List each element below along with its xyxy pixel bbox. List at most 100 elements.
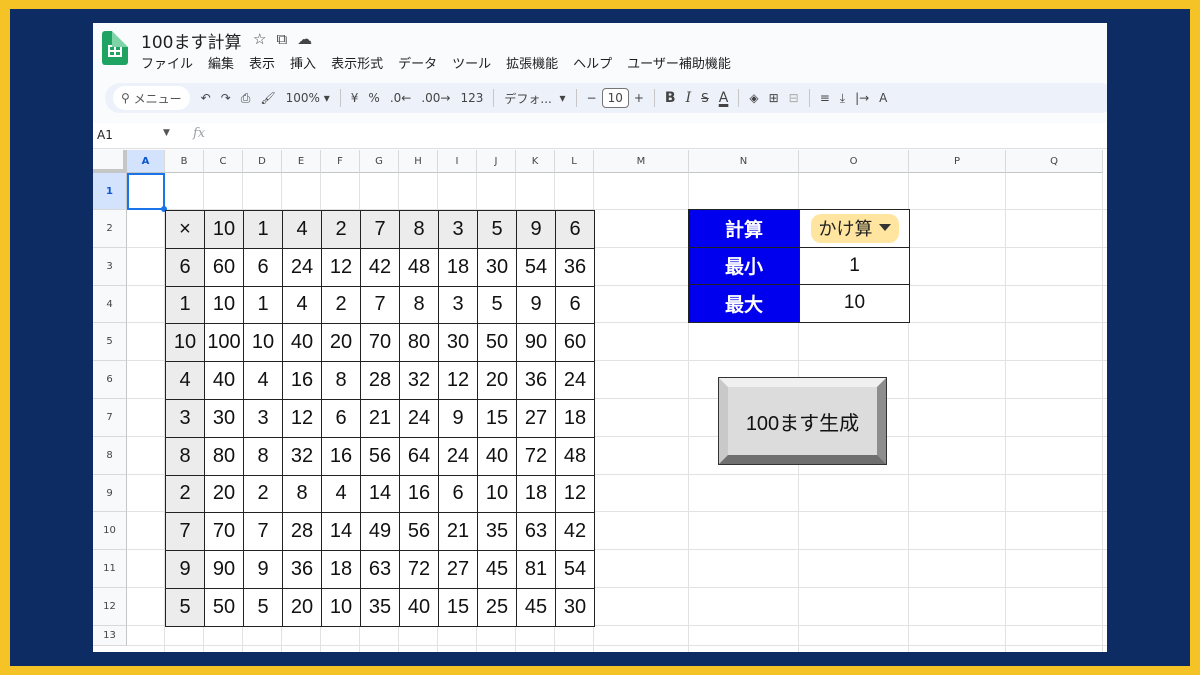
decrease-decimal-button[interactable]: .0←	[385, 86, 417, 110]
column-header[interactable]: C	[204, 150, 243, 173]
grid-top-header-cell[interactable]: 1	[243, 210, 283, 249]
grid-answer-cell[interactable]: 1	[243, 285, 283, 325]
redo-button[interactable]: ↷	[216, 86, 236, 110]
menu-item[interactable]: 編集	[208, 53, 234, 72]
column-header[interactable]: O	[799, 150, 909, 173]
grid-answer-cell[interactable]: 10	[321, 587, 361, 627]
print-button[interactable]: ⎙	[236, 86, 256, 110]
menu-item[interactable]: ユーザー補助機能	[627, 53, 731, 72]
grid-answer-cell[interactable]: 70	[360, 323, 400, 363]
grid-answer-cell[interactable]: 27	[516, 398, 556, 438]
grid-answer-cell[interactable]: 14	[321, 512, 361, 552]
grid-answer-cell[interactable]: 8	[282, 474, 322, 514]
grid-answer-cell[interactable]: 2	[243, 474, 283, 514]
grid-answer-cell[interactable]: 48	[555, 436, 595, 476]
column-header[interactable]: M	[594, 150, 689, 173]
grid-answer-cell[interactable]: 45	[477, 550, 517, 589]
grid-answer-cell[interactable]: 80	[399, 323, 439, 363]
grid-answer-cell[interactable]: 5	[477, 285, 517, 325]
grid-answer-cell[interactable]: 4	[321, 474, 361, 514]
grid-answer-cell[interactable]: 30	[477, 247, 517, 287]
grid-answer-cell[interactable]: 40	[282, 323, 322, 363]
grid-answer-cell[interactable]: 42	[555, 512, 595, 552]
grid-answer-cell[interactable]: 40	[477, 436, 517, 476]
vertical-align-button[interactable]: ⤓	[835, 86, 850, 110]
grid-answer-cell[interactable]: 24	[399, 398, 439, 438]
grid-answer-cell[interactable]: 3	[438, 285, 478, 325]
grid-answer-cell[interactable]: 2	[321, 285, 361, 325]
row-header[interactable]: 11	[93, 550, 127, 588]
increase-decimal-button[interactable]: .00→	[416, 86, 455, 110]
borders-button[interactable]: ⊞	[764, 86, 784, 110]
row-header[interactable]: 6	[93, 361, 127, 399]
grid-answer-cell[interactable]: 49	[360, 512, 400, 552]
grid-answer-cell[interactable]: 10	[204, 285, 244, 325]
grid-answer-cell[interactable]: 63	[516, 512, 556, 552]
undo-button[interactable]: ↶	[196, 86, 216, 110]
column-header[interactable]: K	[516, 150, 555, 173]
calc-dropdown-cell[interactable]: かけ算	[799, 209, 910, 248]
column-header[interactable]: D	[243, 150, 282, 173]
grid-left-header-cell[interactable]: 10	[165, 323, 205, 363]
grid-left-header-cell[interactable]: 7	[165, 512, 205, 552]
cloud-icon[interactable]: ☁	[297, 30, 312, 48]
row-header[interactable]: 8	[93, 436, 127, 475]
menu-item[interactable]: データ	[398, 53, 437, 72]
max-value-cell[interactable]: 10	[799, 284, 910, 323]
column-header[interactable]: I	[438, 150, 477, 173]
grid-answer-cell[interactable]: 70	[204, 512, 244, 552]
grid-answer-cell[interactable]: 24	[438, 436, 478, 476]
column-header[interactable]: L	[555, 150, 594, 173]
grid-left-header-cell[interactable]: 8	[165, 436, 205, 476]
zoom-select[interactable]: 100% ▾	[281, 86, 335, 110]
grid-answer-cell[interactable]: 5	[243, 587, 283, 627]
paint-format-button[interactable]: 🖌	[255, 86, 280, 110]
column-header[interactable]: Q	[1006, 150, 1103, 173]
font-size-increase-button[interactable]: +	[629, 86, 649, 110]
column-header[interactable]: J	[477, 150, 516, 173]
menu-item[interactable]: 挿入	[290, 53, 316, 72]
grid-answer-cell[interactable]: 6	[321, 398, 361, 438]
grid-answer-cell[interactable]: 24	[555, 361, 595, 400]
grid-answer-cell[interactable]: 15	[477, 398, 517, 438]
column-header[interactable]: B	[165, 150, 204, 173]
grid-answer-cell[interactable]: 9	[438, 398, 478, 438]
grid-answer-cell[interactable]: 72	[399, 550, 439, 589]
grid-answer-cell[interactable]: 50	[477, 323, 517, 363]
grid-answer-cell[interactable]: 16	[399, 474, 439, 514]
generate-grid-button[interactable]: 100ます生成	[718, 377, 887, 465]
grid-answer-cell[interactable]: 10	[243, 323, 283, 363]
row-header[interactable]: 12	[93, 588, 127, 626]
grid-answer-cell[interactable]: 20	[477, 361, 517, 400]
grid-answer-cell[interactable]: 16	[282, 361, 322, 400]
grid-top-header-cell[interactable]: 10	[204, 210, 244, 249]
grid-answer-cell[interactable]: 12	[321, 247, 361, 287]
bold-button[interactable]: B	[660, 86, 681, 110]
grid-left-header-cell[interactable]: 1	[165, 285, 205, 325]
grid-answer-cell[interactable]: 54	[555, 550, 595, 589]
column-header[interactable]: N	[689, 150, 799, 173]
merge-cells-button[interactable]: ⊟	[784, 86, 804, 110]
grid-answer-cell[interactable]: 90	[204, 550, 244, 589]
font-select[interactable]: デフォ... ▾	[499, 86, 570, 110]
grid-answer-cell[interactable]: 30	[438, 323, 478, 363]
grid-answer-cell[interactable]: 81	[516, 550, 556, 589]
currency-button[interactable]: ¥	[346, 86, 364, 110]
grid-answer-cell[interactable]: 9	[516, 285, 556, 325]
grid-left-header-cell[interactable]: 9	[165, 550, 205, 589]
row-header[interactable]: 2	[93, 210, 127, 248]
grid-answer-cell[interactable]: 27	[438, 550, 478, 589]
italic-button[interactable]: I	[681, 86, 697, 110]
percent-button[interactable]: %	[363, 86, 384, 110]
grid-answer-cell[interactable]: 45	[516, 587, 556, 627]
fill-color-button[interactable]: ◈	[744, 86, 763, 110]
grid-answer-cell[interactable]: 72	[516, 436, 556, 476]
grid-top-header-cell[interactable]: 4	[282, 210, 322, 249]
grid-answer-cell[interactable]: 21	[438, 512, 478, 552]
grid-answer-cell[interactable]: 8	[243, 436, 283, 476]
grid-left-header-cell[interactable]: 6	[165, 247, 205, 287]
row-header[interactable]: 3	[93, 247, 127, 286]
grid-answer-cell[interactable]: 12	[282, 398, 322, 438]
grid-top-header-cell[interactable]: 2	[321, 210, 361, 249]
grid-answer-cell[interactable]: 16	[321, 436, 361, 476]
